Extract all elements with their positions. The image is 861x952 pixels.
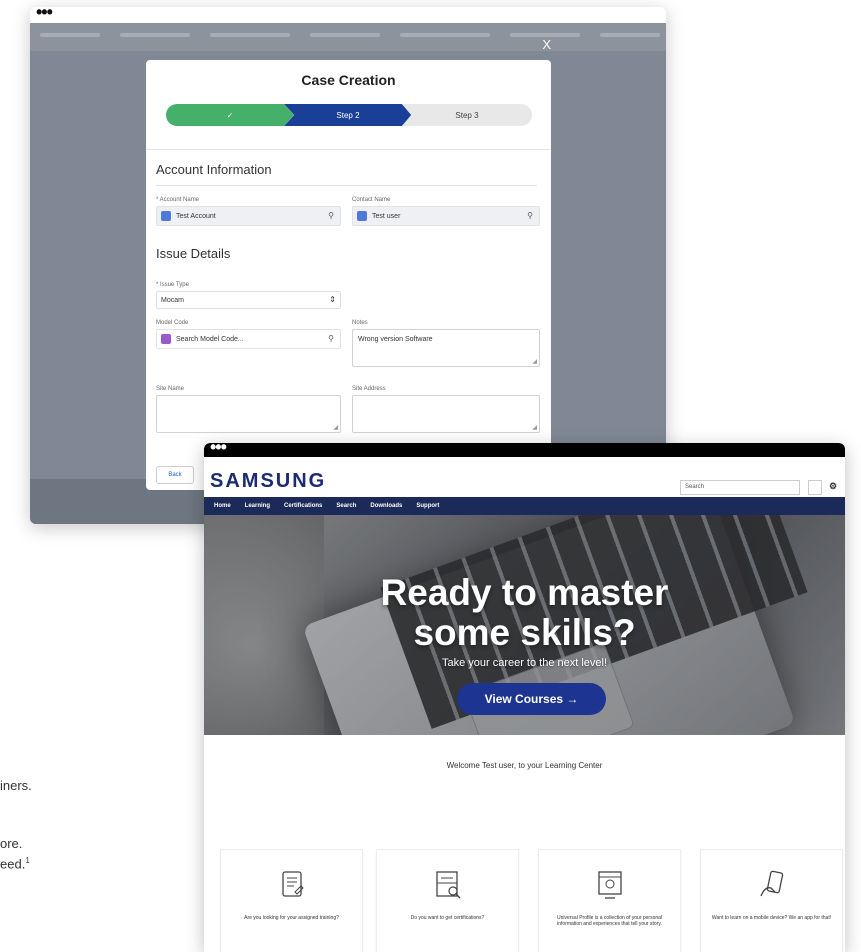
gear-icon[interactable]: ⚙	[826, 480, 840, 495]
site-address-label: Site Address	[352, 386, 386, 392]
site-name-label: Site Name	[156, 386, 185, 392]
model-code-placeholder: Search Model Code...	[176, 335, 244, 343]
account-name-value: Test Account	[176, 212, 216, 220]
issue-type-label: * Issue Type	[156, 282, 189, 288]
model-object-icon	[161, 334, 171, 344]
issue-section-title: Issue Details	[156, 246, 231, 261]
model-code-lookup[interactable]: Search Model Code... ⚲	[156, 329, 341, 349]
close-icon[interactable]: X	[542, 37, 551, 52]
mobile-hand-icon	[759, 870, 783, 897]
user-icon[interactable]	[808, 480, 822, 495]
nav-item-certifications[interactable]: Certifications	[284, 503, 322, 509]
nav-item-search[interactable]: Search	[336, 503, 356, 509]
select-arrows-icon: ⇕	[329, 295, 336, 304]
search-input[interactable]: Search	[680, 480, 800, 495]
modal-header: Case Creation ✓ Step 2 Step 3	[146, 60, 551, 150]
resize-handle-icon[interactable]: ◢	[333, 424, 338, 431]
samsung-logo[interactable]: SAMSUNG	[210, 470, 326, 493]
notes-textarea[interactable]: Wrong version Software ◢	[352, 329, 540, 367]
path-step-complete[interactable]: ✓	[166, 104, 294, 126]
path-step-next[interactable]: Step 3	[402, 104, 532, 126]
nav-item-home[interactable]: Home	[214, 503, 231, 509]
nav-item-downloads[interactable]: Downloads	[370, 503, 402, 509]
hero-banner: Ready to master some skills? Take your c…	[204, 515, 845, 735]
hero-title-line-2: some skills?	[413, 612, 636, 653]
contact-name-value: Test user	[372, 212, 401, 220]
footnote-marker: 1	[25, 856, 30, 865]
blurred-text	[210, 33, 290, 37]
window-menu-dots-icon[interactable]: •••	[210, 443, 227, 456]
hero-title: Ready to master some skills?	[204, 573, 845, 653]
card-text: Universal Profile is a collection of you…	[556, 915, 663, 927]
main-navigation: Home Learning Certifications Search Down…	[204, 497, 845, 515]
blurred-text	[120, 33, 190, 37]
resize-handle-icon[interactable]: ◢	[532, 358, 537, 365]
case-creation-modal: Case Creation ✓ Step 2 Step 3 Account In…	[146, 60, 551, 490]
card-text: Do you want to get certifications?	[410, 915, 485, 921]
card-text: Are you looking for your assigned traini…	[244, 915, 339, 921]
site-name-textarea[interactable]: ◢	[156, 395, 341, 433]
back-button[interactable]: Back	[156, 466, 194, 484]
welcome-message: Welcome Test user, to your Learning Cent…	[446, 761, 603, 770]
card-certifications[interactable]: Do you want to get certifications?	[376, 849, 519, 952]
document-icon	[281, 871, 304, 897]
body-text-fragment-3: eed.1	[0, 856, 30, 871]
feature-cards: Are you looking for your assigned traini…	[220, 849, 843, 952]
card-text: Want to learn on a mobile device? We an …	[711, 915, 832, 921]
contact-name-lookup[interactable]: Test user ⚲	[352, 206, 540, 226]
site-address-textarea[interactable]: ◢	[352, 395, 540, 433]
model-code-label: Model Code	[156, 320, 189, 326]
window-menu-dots-icon[interactable]: •••	[36, 7, 53, 21]
profile-monitor-icon	[597, 871, 622, 899]
card-universal-profile[interactable]: Universal Profile is a collection of you…	[538, 849, 681, 952]
hero-subtitle: Take your career to the next level!	[441, 657, 608, 669]
view-courses-button[interactable]: View Courses →	[457, 683, 606, 715]
search-icon[interactable]: ⚲	[328, 211, 334, 220]
progress-path: ✓ Step 2 Step 3	[166, 104, 532, 126]
blurred-text	[40, 33, 100, 37]
blurred-text	[400, 33, 490, 37]
site-header: SAMSUNG Search ⚙	[204, 457, 845, 497]
nav-item-support[interactable]: Support	[416, 503, 439, 509]
search-icon[interactable]: ⚲	[328, 334, 334, 343]
window-titlebar: •••	[204, 443, 845, 457]
certificate-search-icon	[435, 871, 460, 899]
modal-title: Case Creation	[301, 72, 396, 88]
resize-handle-icon[interactable]: ◢	[532, 424, 537, 431]
body-text-fragment-2: ore.	[0, 836, 23, 851]
account-section-title: Account Information	[156, 162, 272, 177]
card-assigned-training[interactable]: Are you looking for your assigned traini…	[220, 849, 363, 952]
blurred-app-header	[30, 23, 666, 51]
nav-item-learning[interactable]: Learning	[245, 503, 270, 509]
body-text-fragment-1: iners.	[0, 778, 32, 793]
section-divider	[156, 185, 537, 186]
contact-object-icon	[357, 211, 367, 221]
account-object-icon	[161, 211, 171, 221]
account-name-label: * Account Name	[156, 197, 200, 203]
window-titlebar: •••	[30, 7, 666, 23]
path-step-current[interactable]: Step 2	[284, 104, 412, 126]
notes-label: Notes	[352, 320, 368, 326]
issue-type-select[interactable]: Mocam ⇕	[156, 291, 341, 309]
contact-name-label: Contact Name	[352, 197, 391, 203]
issue-type-value: Mocam	[161, 296, 184, 304]
notes-value: Wrong version Software	[358, 336, 433, 343]
account-name-lookup[interactable]: Test Account ⚲	[156, 206, 341, 226]
search-icon[interactable]: ⚲	[527, 211, 533, 220]
body-text-fragment-3-text: eed.	[0, 856, 26, 872]
card-mobile-app[interactable]: Want to learn on a mobile device? We an …	[700, 849, 843, 952]
hero-title-line-1: Ready to master	[380, 572, 669, 613]
blurred-text	[600, 33, 660, 37]
samsung-learning-window: ••• SAMSUNG Search ⚙ Home Learning Certi…	[204, 443, 845, 952]
blurred-text	[310, 33, 380, 37]
